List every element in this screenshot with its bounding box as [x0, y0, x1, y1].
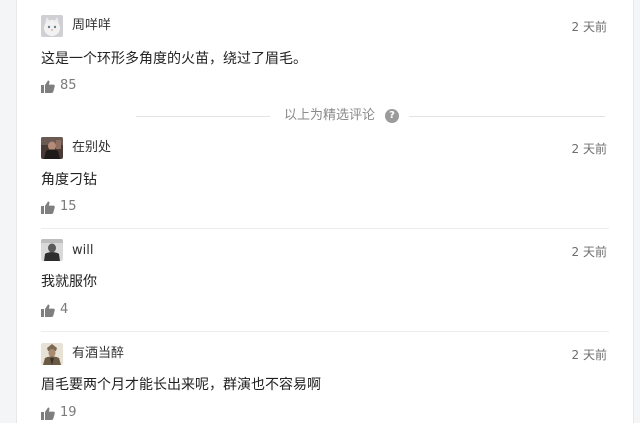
user-name[interactable]: 周咩咩 — [72, 18, 111, 34]
user-name[interactable]: will — [72, 243, 93, 259]
divider-line — [409, 116, 605, 117]
comment-text: 我就服你 — [41, 274, 97, 290]
avatar[interactable] — [41, 343, 63, 365]
comment-time: 2 天前 — [571, 245, 607, 259]
featured-label: 以上为精选评论 — [284, 108, 376, 123]
like-button[interactable]: 85 — [41, 78, 77, 94]
like-button[interactable]: 4 — [41, 302, 68, 318]
comment-time: 2 天前 — [571, 348, 607, 362]
comment-text: 这是一个环形多角度的火苗，绕过了眉毛。 — [41, 51, 307, 67]
comment-list: 周咩咩 2 天前 这是一个环形多角度的火苗，绕过了眉毛。 85 以上为精选评论 … — [16, 0, 634, 423]
comment-text: 眉毛要两个月才能长出来呢，群演也不容易啊 — [41, 377, 321, 393]
like-count: 85 — [60, 78, 77, 93]
avatar[interactable] — [41, 137, 63, 159]
thumbs-up-icon — [41, 201, 55, 214]
user-name[interactable]: 有酒当醉 — [72, 346, 124, 362]
like-button[interactable]: 15 — [41, 199, 77, 215]
white-cat-avatar-icon — [41, 15, 63, 37]
warrior-avatar-icon — [41, 343, 63, 365]
avatar[interactable] — [41, 15, 63, 37]
like-button[interactable]: 19 — [41, 405, 77, 421]
thumbs-up-icon — [41, 407, 55, 420]
comment-time: 2 天前 — [571, 142, 607, 156]
dark-figure-avatar-icon — [41, 137, 63, 159]
comment-text: 角度刁钻 — [41, 172, 97, 188]
help-icon[interactable]: ? — [385, 109, 399, 123]
thumbs-up-icon — [41, 304, 55, 317]
like-count: 19 — [60, 405, 77, 420]
divider — [41, 228, 609, 229]
person-avatar-icon — [41, 239, 63, 261]
avatar[interactable] — [41, 239, 63, 261]
like-count: 15 — [60, 199, 77, 214]
divider-line — [136, 116, 270, 117]
comment-time: 2 天前 — [571, 20, 607, 34]
featured-comments-divider: 以上为精选评论 ? — [41, 108, 605, 124]
thumbs-up-icon — [41, 80, 55, 93]
user-name[interactable]: 在别处 — [72, 140, 111, 156]
divider — [41, 331, 609, 332]
like-count: 4 — [60, 302, 69, 317]
